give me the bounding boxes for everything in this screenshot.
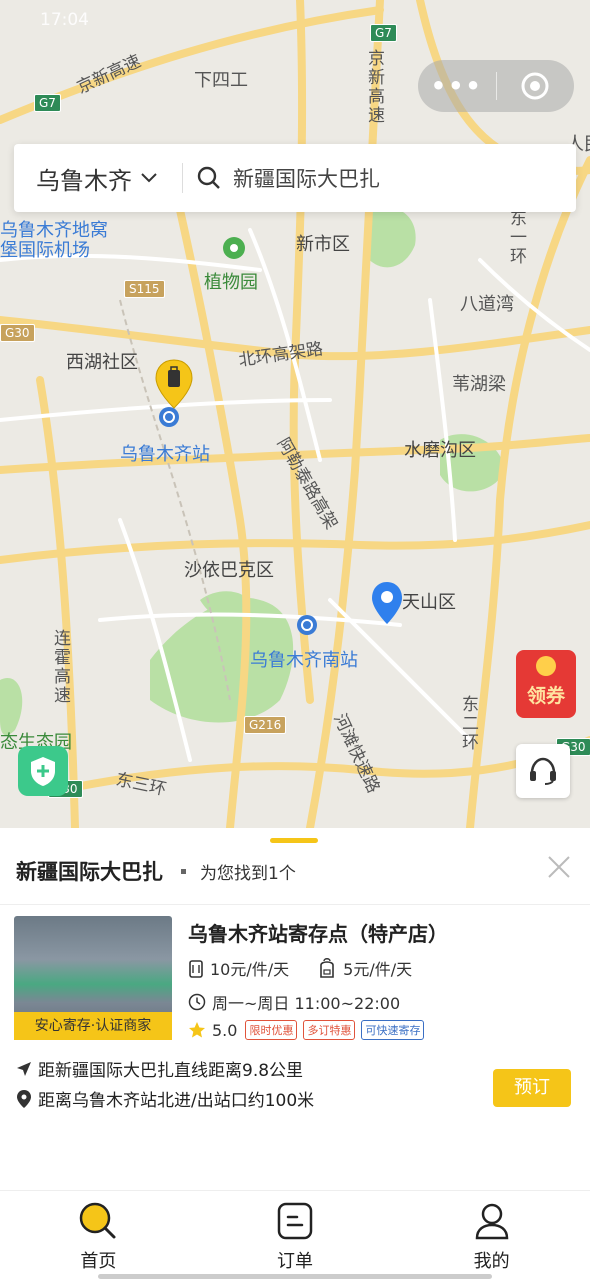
distance-row: 距新疆国际大巴扎直线距离9.8公里 bbox=[16, 1056, 303, 1081]
map-label: 下四工 bbox=[194, 70, 248, 91]
tab-label: 首页 bbox=[80, 1251, 117, 1272]
search-icon bbox=[80, 1202, 116, 1239]
sheet-title: 新疆国际大巴扎 bbox=[16, 860, 163, 884]
price-small-luggage: 5元/件/天 bbox=[343, 960, 413, 979]
rating-value: 5.0 bbox=[212, 1020, 238, 1040]
coin-icon bbox=[536, 656, 556, 676]
tab-orders[interactable]: 订单 bbox=[197, 1191, 394, 1280]
train-station-icon bbox=[297, 615, 317, 635]
coupon-label: 领券 bbox=[526, 685, 565, 707]
road-shield: G7 bbox=[34, 94, 61, 112]
road-shield: G30 bbox=[0, 324, 35, 342]
headset-icon bbox=[530, 757, 556, 785]
distance-text: 距新疆国际大巴扎直线距离9.8公里 bbox=[38, 1061, 304, 1081]
profile-icon bbox=[475, 1203, 508, 1240]
price-row: 10元/件/天 5元/件/天 bbox=[188, 956, 440, 980]
promo-tag: 限时优惠 bbox=[245, 1020, 298, 1040]
map-label: 东二环 bbox=[462, 695, 479, 753]
map-label: 乌鲁木齐站 bbox=[120, 444, 210, 465]
search-input[interactable]: 新疆国际大巴扎 bbox=[183, 163, 380, 193]
park-icon bbox=[223, 237, 245, 259]
customer-service-button[interactable] bbox=[516, 744, 570, 798]
tab-label: 我的 bbox=[473, 1251, 510, 1272]
backpack-icon bbox=[320, 958, 334, 978]
suitcase-icon bbox=[189, 960, 203, 978]
result-count: 为您找到1个 bbox=[200, 863, 296, 884]
tab-profile[interactable]: 我的 bbox=[393, 1191, 590, 1280]
location-row: 距离乌鲁木齐站北进/出站口约100米 bbox=[16, 1086, 314, 1111]
order-icon bbox=[277, 1202, 313, 1240]
map-label: 植物园 bbox=[204, 272, 258, 293]
target-circle-icon[interactable] bbox=[497, 71, 575, 101]
shield-plus-icon bbox=[31, 757, 55, 786]
city-label: 乌鲁木齐 bbox=[36, 166, 132, 195]
opening-hours: 周一~周日 11:00~22:00 bbox=[212, 994, 401, 1013]
road-shield: G7 bbox=[370, 24, 397, 42]
search-icon bbox=[197, 166, 220, 189]
search-query: 新疆国际大巴扎 bbox=[233, 167, 380, 191]
feature-tag: 可快速寄存 bbox=[361, 1020, 425, 1040]
home-indicator bbox=[98, 1274, 492, 1279]
map-label: 乌鲁木齐南站 bbox=[250, 650, 358, 671]
city-selector[interactable]: 乌鲁木齐 bbox=[14, 161, 182, 196]
coupon-button[interactable]: 领券 bbox=[516, 650, 576, 718]
chevron-down-icon bbox=[141, 173, 157, 183]
promo-tag: 多订特惠 bbox=[303, 1020, 356, 1040]
map-label: 堡国际机场 bbox=[0, 240, 90, 261]
verified-badge: 安心寄存·认证商家 bbox=[14, 1012, 172, 1040]
more-dots-icon[interactable]: ••• bbox=[418, 72, 496, 100]
result-sheet: 新疆国际大巴扎 为您找到1个 安心寄存·认证商家 乌鲁木齐站寄存点（特产店） 1… bbox=[0, 828, 590, 1190]
price-large-luggage: 10元/件/天 bbox=[210, 960, 290, 979]
map-label: 西湖社区 bbox=[66, 352, 138, 373]
map-label: 沙依巴克区 bbox=[184, 560, 274, 581]
miniprogram-capsule: ••• bbox=[418, 60, 574, 112]
map-label: 天山区 bbox=[402, 592, 456, 613]
sheet-header: 新疆国际大巴扎 为您找到1个 bbox=[16, 856, 296, 886]
location-pin-icon bbox=[17, 1089, 31, 1108]
map-label: 水磨沟区 bbox=[404, 440, 476, 461]
store-name[interactable]: 乌鲁木齐站寄存点（特产店） bbox=[188, 918, 448, 947]
map-label: 新市区 bbox=[296, 234, 350, 255]
hours-row: 周一~周日 11:00~22:00 bbox=[188, 990, 400, 1014]
tab-label: 订单 bbox=[277, 1251, 313, 1272]
star-icon bbox=[189, 1022, 205, 1038]
rating-row: 5.0 限时优惠 多订特惠 可快速寄存 bbox=[188, 1020, 430, 1040]
book-button[interactable]: 预订 bbox=[493, 1069, 571, 1107]
close-icon[interactable] bbox=[546, 854, 572, 880]
road-shield: G216 bbox=[244, 716, 287, 734]
sheet-handle[interactable] bbox=[270, 838, 318, 843]
map-label: 京新高速 bbox=[368, 49, 385, 126]
map-label: 八道湾 bbox=[460, 294, 514, 315]
map-view[interactable]: 17:04 G7 G7 S115 G30 G216 G30 G30 下四工 京新… bbox=[0, 0, 590, 828]
navigation-arrow-icon bbox=[17, 1061, 31, 1076]
location-text: 距离乌鲁木齐站北进/出站口约100米 bbox=[38, 1091, 315, 1111]
status-bar: 17:04 bbox=[0, 0, 590, 40]
status-time: 17:04 bbox=[40, 10, 89, 30]
search-bar: 乌鲁木齐 新疆国际大巴扎 bbox=[14, 144, 576, 212]
map-label: 苇湖梁 bbox=[452, 374, 506, 395]
road-shield: S115 bbox=[124, 280, 165, 298]
destination-pin[interactable] bbox=[370, 580, 404, 626]
safety-button[interactable] bbox=[18, 746, 68, 796]
clock-icon bbox=[188, 993, 206, 1011]
tab-home[interactable]: 首页 bbox=[0, 1191, 197, 1280]
bottom-tab-bar: 首页 订单 我的 bbox=[0, 1190, 590, 1280]
road-network bbox=[0, 0, 590, 828]
storage-location-pin[interactable] bbox=[154, 358, 194, 410]
map-label: 连霍高速 bbox=[54, 629, 71, 706]
map-label: 东一环 bbox=[510, 209, 527, 267]
